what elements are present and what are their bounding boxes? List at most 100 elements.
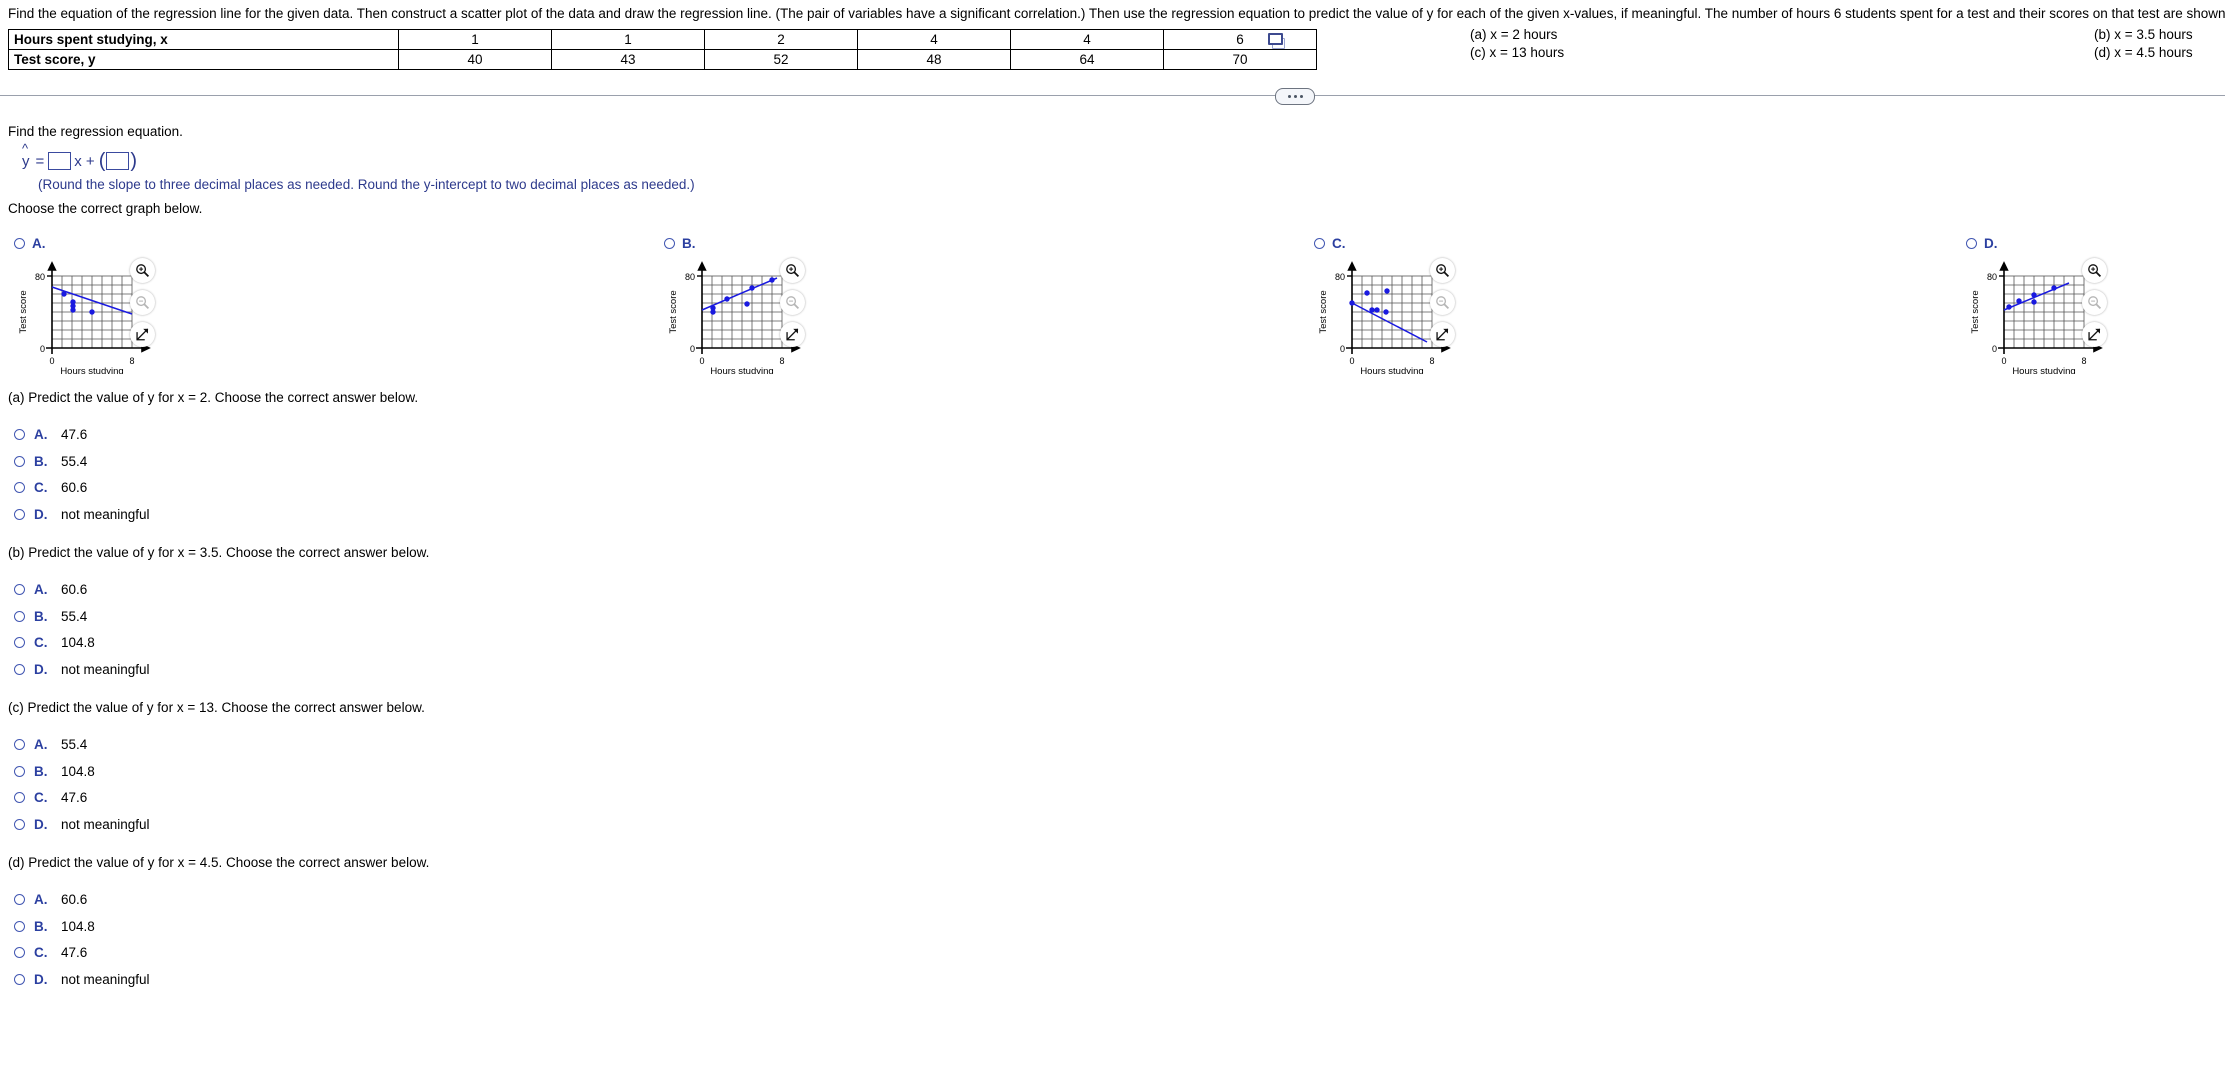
radio-c-c[interactable]	[14, 792, 25, 803]
collapse-dots-button[interactable]	[1275, 88, 1315, 105]
option-key: D.	[34, 506, 48, 522]
option-a-b[interactable]: B. 55.4	[0, 452, 344, 471]
graph-choice-a-label: A.	[32, 236, 46, 251]
graph-choice-a[interactable]: A. 80 0 0 8 Hours studying Test score	[0, 236, 430, 377]
intercept-input[interactable]	[106, 152, 130, 170]
zoom-out-icon[interactable]	[1430, 290, 1455, 315]
zoom-in-icon[interactable]	[1430, 258, 1455, 283]
slope-input[interactable]	[48, 152, 72, 170]
option-d-c[interactable]: C. 47.6	[0, 943, 344, 962]
option-a-d[interactable]: D. not meaningful	[0, 505, 344, 524]
radio-d-b[interactable]	[14, 920, 25, 932]
zoom-out-icon[interactable]	[2082, 290, 2107, 315]
x-term-label: x +	[74, 152, 95, 170]
part-c-prompt: (c) Predict the value of y for x = 13. C…	[8, 700, 425, 715]
cell-y-5: 70	[1163, 49, 1317, 70]
radio-graph-b[interactable]	[664, 238, 675, 249]
option-value: 47.6	[61, 790, 88, 805]
option-value: 47.6	[61, 427, 88, 442]
graph-b-xtick-0: 0	[699, 356, 704, 366]
option-d-b[interactable]: B. 104.8	[0, 917, 344, 936]
expand-icon[interactable]	[130, 322, 155, 347]
radio-c-b[interactable]	[14, 765, 25, 777]
graph-choice-b-header[interactable]: B.	[664, 236, 696, 251]
option-a-a[interactable]: A. 47.6	[0, 425, 344, 444]
radio-d-d[interactable]	[14, 973, 25, 985]
option-d-a[interactable]: A. 60.6	[0, 890, 344, 909]
graph-choice-d[interactable]: D. 80 0 0 8 Hours studying Test score	[1952, 236, 2225, 377]
radio-b-b[interactable]	[14, 610, 25, 622]
option-a-c[interactable]: C. 60.6	[0, 478, 344, 497]
radio-b-d[interactable]	[14, 663, 25, 675]
option-b-c[interactable]: C. 104.8	[0, 633, 344, 652]
cell-x-4: 4	[1010, 29, 1164, 50]
zoom-in-icon[interactable]	[780, 258, 805, 283]
option-key: C.	[34, 480, 48, 495]
radio-c-d[interactable]	[14, 818, 25, 830]
graph-c-xtick-0: 0	[1349, 356, 1354, 366]
radio-a-b[interactable]	[14, 455, 25, 467]
radio-c-a[interactable]	[14, 739, 25, 750]
option-key: D.	[34, 816, 48, 832]
option-b-a[interactable]: A. 60.6	[0, 580, 344, 599]
radio-graph-c[interactable]	[1314, 238, 1325, 249]
dot-icon	[1299, 95, 1303, 98]
cell-x-3: 4	[857, 29, 1011, 50]
option-c-d[interactable]: D. not meaningful	[0, 815, 344, 834]
option-value: 47.6	[61, 945, 88, 960]
cell-y-1: 43	[551, 49, 705, 70]
radio-b-a[interactable]	[14, 584, 25, 595]
zoom-in-icon[interactable]	[2082, 258, 2107, 283]
copy-icon[interactable]	[1268, 33, 1285, 49]
option-b-b[interactable]: B. 55.4	[0, 607, 344, 626]
regression-prompt: Find the regression equation.	[8, 124, 183, 139]
graph-choice-c[interactable]: C. 80 0 0 8 Hours studying Test score	[1300, 236, 1730, 377]
option-c-c[interactable]: C. 47.6	[0, 788, 344, 807]
equals-sign: =	[35, 152, 45, 170]
graph-a-tools	[130, 258, 164, 358]
option-value: 55.4	[61, 737, 88, 752]
option-c-b[interactable]: B. 104.8	[0, 762, 344, 781]
radio-a-a[interactable]	[14, 429, 25, 440]
graph-choice-d-header[interactable]: D.	[1966, 236, 1998, 251]
radio-graph-a[interactable]	[14, 238, 25, 249]
hint-d: (d) x = 4.5 hours	[2094, 45, 2193, 60]
graph-choice-a-header[interactable]: A.	[14, 236, 46, 251]
dot-icon	[1293, 95, 1297, 98]
option-d-d[interactable]: D. not meaningful	[0, 970, 344, 989]
graph-choice-c-header[interactable]: C.	[1314, 236, 1346, 251]
option-value: 104.8	[61, 635, 95, 650]
radio-a-d[interactable]	[14, 508, 25, 520]
graph-b-ytick-80: 80	[685, 272, 695, 282]
option-b-d[interactable]: D. not meaningful	[0, 660, 344, 679]
dot-icon	[1287, 95, 1291, 98]
radio-a-c[interactable]	[14, 482, 25, 493]
rounding-note: (Round the slope to three decimal places…	[38, 177, 695, 192]
zoom-in-icon[interactable]	[130, 258, 155, 283]
radio-d-a[interactable]	[14, 894, 25, 905]
graph-choice-d-label: D.	[1984, 236, 1998, 251]
expand-icon[interactable]	[2082, 322, 2107, 347]
data-table-container: Hours spent studying, x 1 1 2 4 4 6 Test…	[8, 29, 1317, 70]
graph-c-ytick-0: 0	[1340, 344, 1345, 354]
option-key: A.	[34, 892, 48, 907]
option-c-a[interactable]: A. 55.4	[0, 735, 344, 754]
option-value: 60.6	[61, 892, 88, 907]
option-value: not meaningful	[61, 506, 150, 522]
expand-icon[interactable]	[1430, 322, 1455, 347]
expand-icon[interactable]	[780, 322, 805, 347]
option-key: D.	[34, 971, 48, 987]
option-key: B.	[34, 453, 48, 469]
radio-d-c[interactable]	[14, 947, 25, 958]
graph-b-ylabel: Test score	[668, 290, 679, 333]
radio-b-c[interactable]	[14, 637, 25, 648]
option-key: A.	[34, 582, 48, 597]
radio-graph-d[interactable]	[1966, 238, 1977, 249]
graph-choice-c-label: C.	[1332, 236, 1346, 251]
problem-statement: Find the equation of the regression line…	[8, 6, 2225, 21]
option-key: B.	[34, 918, 48, 934]
graph-choice-b[interactable]: B. 80 0 0 8 Hours studying Test score	[650, 236, 1080, 377]
option-value: 60.6	[61, 480, 88, 495]
zoom-out-icon[interactable]	[780, 290, 805, 315]
zoom-out-icon[interactable]	[130, 290, 155, 315]
